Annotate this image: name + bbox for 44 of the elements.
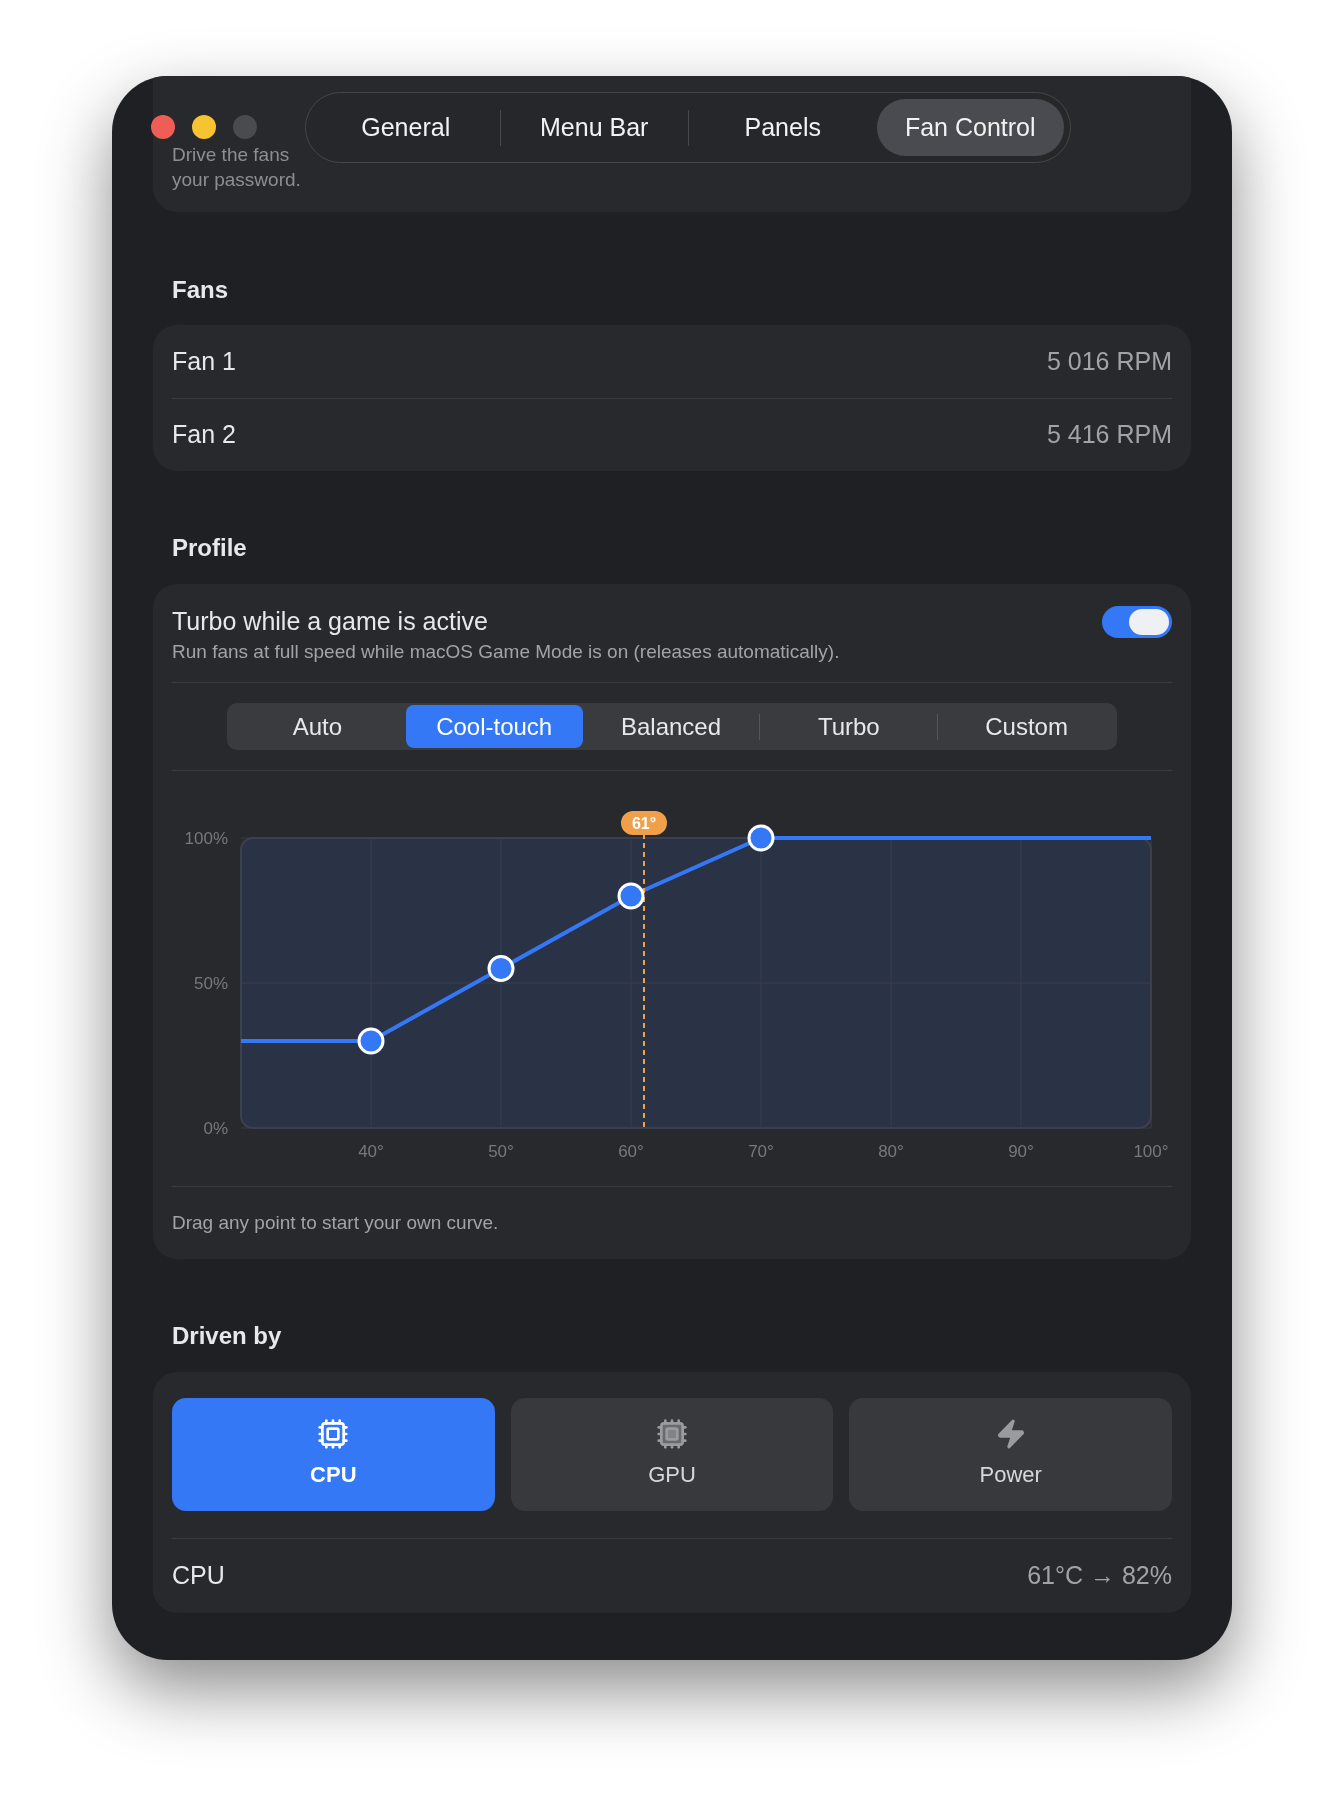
intro-text: your password. [172, 168, 302, 192]
toggle-switch[interactable] [1102, 606, 1172, 638]
hint-text: Drag any point to start your own curve. [172, 1210, 500, 1235]
y-axis-label: 100% [184, 829, 228, 848]
fan-name: Fan 1 [172, 345, 236, 377]
section-heading: Profile [172, 533, 248, 563]
chip-icon [317, 1418, 350, 1450]
mode-segment[interactable]: Custom [938, 705, 1115, 748]
setting-title: Turbo while a game is active [172, 606, 489, 637]
y-axis-label: 50% [193, 974, 228, 993]
x-axis-label: 100° [1133, 1142, 1169, 1161]
source-name: CPU [172, 1560, 225, 1592]
temperature-badge: 61° [621, 811, 667, 835]
mode-segment[interactable]: Turbo [760, 705, 938, 748]
tab[interactable]: General [312, 99, 500, 156]
tab[interactable]: Fan Control [876, 99, 1064, 156]
section-heading: Fans [172, 275, 229, 305]
source-button[interactable]: GPU [510, 1398, 834, 1511]
x-axis-label: 90° [1008, 1142, 1034, 1161]
y-axis-label: 0% [203, 1119, 228, 1138]
setting-description: Run fans at full speed while macOS Game Mode is on (releases automatically). [172, 640, 840, 664]
mode-segment[interactable]: Auto [229, 705, 406, 748]
x-axis-label: 40° [358, 1142, 384, 1161]
curve-point-handle[interactable] [487, 955, 515, 982]
curve-point-handle[interactable] [617, 882, 645, 910]
curve-point-handle[interactable] [747, 824, 775, 852]
section-heading: Driven by [172, 1321, 283, 1351]
source-button[interactable]: CPU [172, 1398, 495, 1511]
tab[interactable]: Panels [689, 99, 877, 156]
fan-speed: 5 016 RPM [1046, 345, 1172, 377]
x-axis-label: 80° [878, 1142, 904, 1161]
x-axis-label: 60° [618, 1142, 644, 1161]
source-reading: 61°C → 82% [1027, 1560, 1172, 1592]
curve-point-handle[interactable] [357, 1027, 385, 1055]
intro-text: Drive the fans [172, 143, 291, 167]
annotation: 61° [631, 815, 657, 832]
x-axis-label: 70° [748, 1142, 774, 1161]
x-axis-label: 50° [488, 1142, 514, 1161]
mode-segment[interactable]: Cool-touch [405, 705, 583, 748]
tab[interactable]: Menu Bar [500, 99, 688, 156]
mode-segment[interactable]: Balanced [582, 705, 760, 748]
fan-name: Fan 2 [172, 419, 236, 451]
source-button[interactable]: Power [849, 1398, 1172, 1511]
fan-speed: 5 416 RPM [1046, 419, 1172, 451]
